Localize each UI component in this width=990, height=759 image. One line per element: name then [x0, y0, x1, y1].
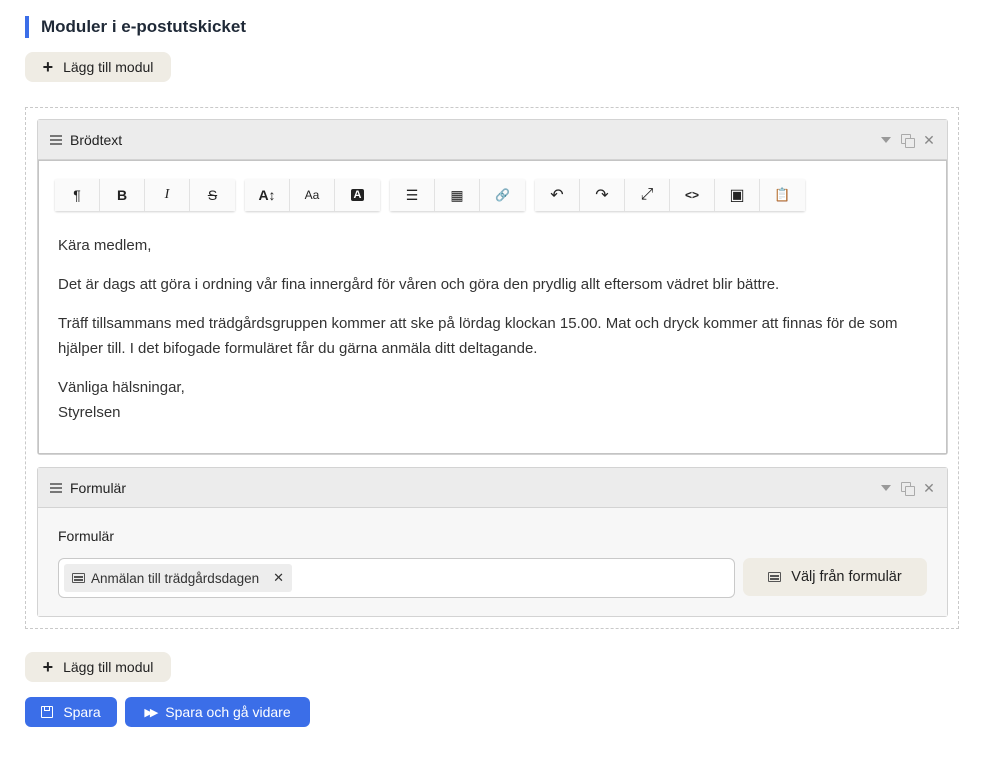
greeting-text: Kära medlem,	[58, 237, 152, 254]
table-icon[interactable]: ▦	[435, 179, 480, 211]
paragraph-1: Det är dags att göra i ordning vår fina …	[58, 276, 780, 293]
collapse-icon[interactable]	[881, 485, 891, 491]
toolbar-group-insert: ☰ ▦ 🔗	[390, 179, 525, 211]
floppy-disk-icon	[41, 706, 54, 718]
strikethrough-icon[interactable]: S	[190, 179, 235, 211]
signature-text: Styrelsen	[58, 404, 121, 421]
save-button[interactable]: Spara	[25, 697, 117, 727]
form-select-input[interactable]: Anmälan till trädgårdsdagen ✕	[58, 558, 735, 598]
fullscreen-icon[interactable]: ⤢	[625, 179, 670, 211]
save-and-continue-label: Spara och gå vidare	[165, 704, 291, 720]
fast-forward-icon: ▶▶	[144, 706, 158, 719]
drag-handle-icon[interactable]	[50, 134, 62, 145]
text-color-icon[interactable]: A	[335, 179, 380, 211]
plus-icon: +	[42, 57, 54, 77]
redo-icon[interactable]: ↷	[580, 179, 625, 211]
save-label: Spara	[63, 704, 101, 720]
duplicate-icon[interactable]	[901, 134, 915, 148]
module-form: Formulär ✕ Formulär Anmälan till trädgår…	[37, 467, 948, 617]
font-size-icon[interactable]: A↕	[245, 179, 290, 211]
link-icon[interactable]: 🔗	[480, 179, 525, 211]
modules-container: Brödtext ✕ ¶ B I S A↕ Aa A ☰ ▦ 🔗 ↶ ↷ ⤢ <…	[25, 107, 959, 629]
paragraph-2: Träff tillsammans med trädgårdsgruppen k…	[58, 315, 898, 357]
image-icon[interactable]: ▣	[715, 179, 760, 211]
toolbar-group-misc: ↶ ↷ ⤢ <> ▣ 📋	[535, 179, 805, 211]
section-title: Moduler i e-postutskicket	[25, 16, 246, 38]
drag-handle-icon[interactable]	[50, 482, 62, 493]
editor-content[interactable]: Kära medlem, Det är dags att göra i ordn…	[58, 233, 928, 439]
rich-text-editor[interactable]: ¶ B I S A↕ Aa A ☰ ▦ 🔗 ↶ ↷ ⤢ <> ▣ 📋 Kära …	[38, 160, 947, 454]
paste-icon[interactable]: 📋	[760, 179, 805, 211]
duplicate-icon[interactable]	[901, 482, 915, 496]
add-module-button-bottom[interactable]: + Lägg till modul	[25, 652, 171, 682]
save-and-continue-button[interactable]: ▶▶ Spara och gå vidare	[125, 697, 310, 727]
collapse-icon[interactable]	[881, 137, 891, 143]
form-module-body: Formulär Anmälan till trädgårdsdagen ✕ V…	[38, 508, 947, 616]
undo-icon[interactable]: ↶	[535, 179, 580, 211]
font-family-icon[interactable]: Aa	[290, 179, 335, 211]
form-field-label: Formulär	[58, 528, 115, 544]
bold-icon[interactable]: B	[100, 179, 145, 211]
italic-icon[interactable]: I	[145, 179, 190, 211]
editor-toolbar: ¶ B I S A↕ Aa A ☰ ▦ 🔗 ↶ ↷ ⤢ <> ▣ 📋	[55, 179, 805, 211]
close-icon[interactable]: ✕	[923, 480, 935, 496]
module-body-text: Brödtext ✕ ¶ B I S A↕ Aa A ☰ ▦ 🔗 ↶ ↷ ⤢ <…	[37, 119, 948, 455]
selected-form-tag: Anmälan till trädgårdsdagen ✕	[64, 564, 293, 592]
add-module-label: Lägg till modul	[63, 59, 154, 75]
form-list-icon	[768, 572, 782, 582]
toolbar-group-text: ¶ B I S	[55, 179, 235, 211]
toolbar-group-font: A↕ Aa A	[245, 179, 380, 211]
choose-form-label: Välj från formulär	[791, 569, 902, 585]
module-header[interactable]: Formulär ✕	[38, 468, 947, 508]
paragraph-icon[interactable]: ¶	[55, 179, 100, 211]
module-title: Formulär	[70, 479, 127, 496]
module-header[interactable]: Brödtext ✕	[38, 120, 947, 160]
unordered-list-icon[interactable]: ☰	[390, 179, 435, 211]
close-icon[interactable]: ✕	[923, 132, 935, 148]
add-module-button-top[interactable]: + Lägg till modul	[25, 52, 171, 82]
form-icon	[72, 573, 85, 583]
choose-form-button[interactable]: Välj från formulär	[743, 558, 927, 596]
remove-tag-icon[interactable]: ✕	[273, 570, 284, 586]
closing-text: Vänliga hälsningar,	[58, 379, 185, 396]
selected-form-label: Anmälan till trädgårdsdagen	[91, 570, 260, 586]
code-view-icon[interactable]: <>	[670, 179, 715, 211]
plus-icon: +	[42, 657, 54, 677]
module-title: Brödtext	[70, 131, 123, 148]
add-module-label: Lägg till modul	[63, 659, 154, 675]
